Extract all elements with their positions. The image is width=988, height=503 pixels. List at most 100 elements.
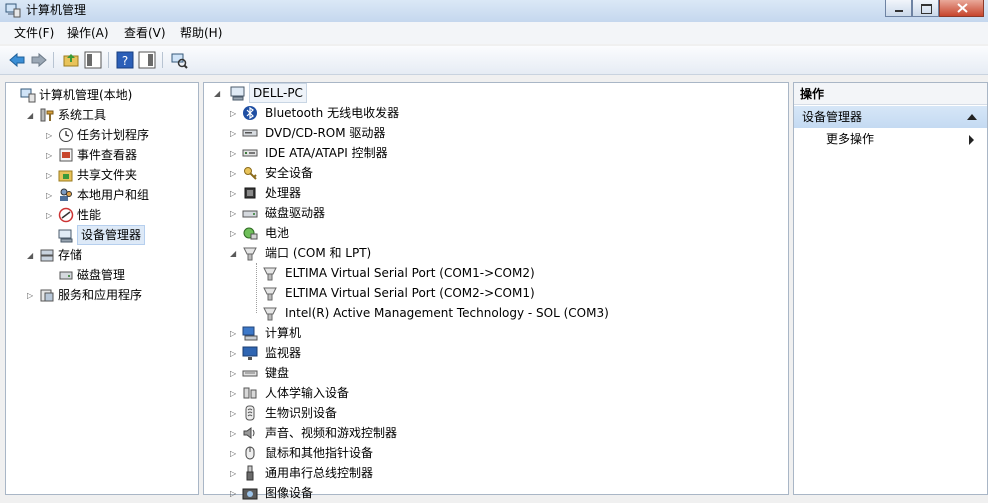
menu-help[interactable]: 帮助(H) <box>180 26 222 40</box>
port-icon <box>263 287 277 301</box>
device-label: 人体学输入设备 <box>265 386 350 400</box>
forward-icon[interactable] <box>30 51 48 69</box>
biometric-icon <box>245 405 255 421</box>
mouse-icon <box>245 446 255 460</box>
device-label: 监视器 <box>265 346 302 360</box>
event-viewer-icon <box>59 148 73 162</box>
expand-icon[interactable]: ▷ <box>230 409 239 418</box>
show-hide-tree-icon[interactable] <box>84 51 102 69</box>
more-actions-link[interactable]: 更多操作 <box>826 131 874 147</box>
collapse-icon[interactable]: ◢ <box>27 251 36 260</box>
processor-icon <box>244 187 256 199</box>
expand-icon[interactable]: ▷ <box>27 291 36 300</box>
tree-item-7[interactable]: 设备管理器 <box>6 225 196 245</box>
expand-icon[interactable]: ▷ <box>230 369 239 378</box>
actions-title: 操作 <box>794 83 987 105</box>
expand-icon[interactable]: ▷ <box>230 109 239 118</box>
console-tree-pane: 计算机管理(本地) ◢ 系统工具 ▷ 任务计划程序 ▷ 事件查看器 ▷ 共享文件夹 ▷ 本地用户和组… <box>5 82 199 495</box>
computer-icon <box>230 86 245 101</box>
tree-item-3[interactable]: ▷ 事件查看器 <box>6 145 196 165</box>
tree-item-5[interactable]: ▷ 本地用户和组 <box>6 185 196 205</box>
bluetooth-icon <box>243 106 257 120</box>
expand-icon[interactable]: ▷ <box>46 191 55 200</box>
expand-icon[interactable]: ▷ <box>230 429 239 438</box>
ide-controller-icon <box>242 149 258 157</box>
menu-bar: 文件(F) 操作(A) 查看(V) 帮助(H) <box>0 22 988 44</box>
keyboard-icon <box>242 370 258 377</box>
expand-icon[interactable]: ▷ <box>230 349 239 358</box>
device-tree-pane: ◢ DELL-PC ▷ Bluetooth 无线电收发器 ▷ DVD/CD-ROM 驱… <box>203 82 789 500</box>
actions-group-device-manager[interactable]: 设备管理器 <box>794 106 987 128</box>
expand-icon[interactable]: ▷ <box>230 129 239 138</box>
expand-icon[interactable]: ▷ <box>230 229 239 238</box>
expand-icon[interactable]: ▷ <box>46 211 55 220</box>
submenu-arrow-icon <box>969 135 974 145</box>
device-label: 电池 <box>265 226 290 240</box>
device-label: 图像设备 <box>265 486 314 500</box>
menu-view[interactable]: 查看(V) <box>124 26 166 40</box>
device-label: DVD/CD-ROM 驱动器 <box>265 126 386 140</box>
computer-management-icon <box>20 88 36 103</box>
tree-item-label: 系统工具 <box>58 108 107 122</box>
tree-item-label: 服务和应用程序 <box>58 288 143 302</box>
expand-icon[interactable]: ▷ <box>46 151 55 160</box>
toolbar: ? <box>0 46 988 75</box>
device-label: IDE ATA/ATAPI 控制器 <box>265 146 388 160</box>
expand-icon[interactable]: ▷ <box>230 169 239 178</box>
expand-icon[interactable]: ▷ <box>230 209 239 218</box>
tree-item-label: 计算机管理(本地) <box>39 88 133 102</box>
tree-item-6[interactable]: ▷ 性能 <box>6 205 196 225</box>
up-folder-icon[interactable] <box>62 51 80 69</box>
tree-item-8[interactable]: ◢ 存储 <box>6 245 196 265</box>
collapse-up-icon[interactable] <box>967 114 977 120</box>
expand-icon[interactable]: ▷ <box>230 189 239 198</box>
window-title: 计算机管理 <box>26 3 87 17</box>
tree-item-label: 磁盘管理 <box>77 268 126 282</box>
services-icon <box>40 289 54 302</box>
disk-management-icon <box>59 271 73 280</box>
sound-icon <box>243 427 255 439</box>
expand-icon[interactable]: ▷ <box>46 171 55 180</box>
collapse-icon[interactable]: ◢ <box>214 89 223 98</box>
shared-folder-icon <box>58 170 73 182</box>
users-icon <box>60 188 72 201</box>
usb-icon <box>246 465 254 481</box>
maximize-button[interactable] <box>912 0 939 17</box>
show-hide-action-pane-icon[interactable] <box>138 51 156 69</box>
tree-item-1[interactable]: ◢ 系统工具 <box>6 105 196 125</box>
expand-icon[interactable]: ▷ <box>230 389 239 398</box>
expand-icon[interactable]: ▷ <box>230 449 239 458</box>
help-icon[interactable]: ? <box>116 51 134 69</box>
expand-icon[interactable]: ▷ <box>230 489 239 498</box>
expand-icon[interactable]: ▷ <box>230 149 239 158</box>
collapse-icon[interactable]: ◢ <box>27 111 36 120</box>
device-label: 磁盘驱动器 <box>265 206 326 220</box>
tree-item-label: 性能 <box>77 208 102 222</box>
disk-drive-icon <box>242 210 258 218</box>
tree-item-4[interactable]: ▷ 共享文件夹 <box>6 165 196 185</box>
expand-icon[interactable]: ▷ <box>46 131 55 140</box>
menu-file[interactable]: 文件(F) <box>14 26 54 40</box>
back-icon[interactable] <box>8 51 26 69</box>
scan-hardware-icon[interactable] <box>170 51 188 69</box>
collapse-icon[interactable]: ◢ <box>230 249 239 258</box>
tree-item-0[interactable]: 计算机管理(本地) <box>6 85 196 105</box>
port-icon <box>263 307 277 321</box>
device-label: ELTIMA Virtual Serial Port (COM1->COM2) <box>285 266 535 280</box>
tree-item-10[interactable]: ▷ 服务和应用程序 <box>6 285 196 305</box>
device-label: Bluetooth 无线电收发器 <box>265 106 400 120</box>
menu-action[interactable]: 操作(A) <box>67 26 109 40</box>
expand-icon[interactable]: ▷ <box>230 469 239 478</box>
tree-item-label: 本地用户和组 <box>77 188 150 202</box>
tree-item-label: 共享文件夹 <box>77 168 138 182</box>
close-button[interactable] <box>939 0 984 17</box>
tree-item-9[interactable]: 磁盘管理 <box>6 265 196 285</box>
title-bar: 计算机管理 <box>0 0 988 22</box>
tree-item-2[interactable]: ▷ 任务计划程序 <box>6 125 196 145</box>
device-tree-root-label: DELL-PC <box>249 83 307 103</box>
tree-item-label: 任务计划程序 <box>77 128 150 142</box>
expand-icon[interactable]: ▷ <box>230 329 239 338</box>
device-label: 计算机 <box>265 326 302 340</box>
minimize-button[interactable] <box>885 0 912 17</box>
device-label: 鼠标和其他指针设备 <box>265 446 374 460</box>
